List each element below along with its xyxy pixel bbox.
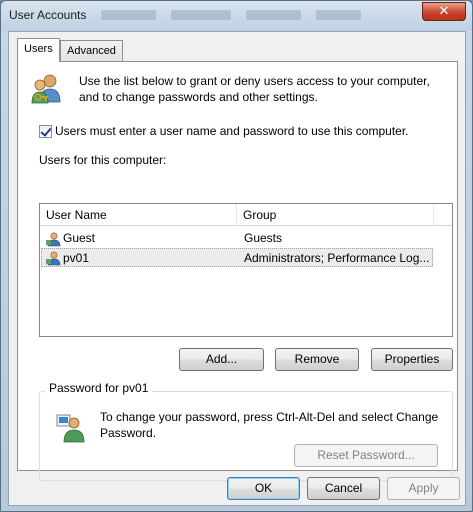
row-user-name: Guest: [63, 231, 96, 245]
password-text-line2: Password.: [100, 426, 157, 440]
intro-text-line2: and to change passwords and other settin…: [79, 90, 318, 104]
background-blur: [246, 10, 301, 20]
tab-users-label: Users: [24, 43, 53, 55]
row-user-name: pv01: [63, 251, 90, 265]
ok-button[interactable]: OK: [227, 477, 300, 500]
users-listview[interactable]: User Name Group Guest Guests pv01 Admini…: [39, 203, 453, 337]
column-header-user-name[interactable]: User Name: [40, 204, 237, 226]
tab-advanced-label: Advanced: [67, 45, 116, 57]
tab-users[interactable]: Users: [17, 38, 60, 62]
apply-button[interactable]: Apply: [387, 477, 460, 500]
dialog-client: Users Advanced Use the list below to gra…: [8, 31, 466, 506]
table-row-selected[interactable]: pv01 Administrators; Performance Log...: [41, 248, 433, 267]
intro-text-line1: Use the list below to grant or deny user…: [79, 74, 430, 88]
background-blur: [316, 10, 361, 20]
column-header-group[interactable]: Group: [237, 204, 434, 226]
users-tab-panel: Use the list below to grant or deny user…: [17, 61, 458, 481]
users-keys-icon: [31, 74, 61, 104]
user-icon: [46, 232, 61, 247]
cancel-button[interactable]: Cancel: [307, 477, 380, 500]
remove-user-button[interactable]: Remove: [275, 348, 359, 371]
window-title: User Accounts: [9, 8, 87, 22]
row-group: Guests: [244, 231, 283, 245]
reset-password-button[interactable]: Reset Password...: [294, 444, 438, 467]
tab-advanced[interactable]: Advanced: [60, 40, 123, 61]
title-bar[interactable]: User Accounts ✕: [1, 1, 472, 31]
add-user-button[interactable]: Add...: [179, 348, 264, 371]
table-row[interactable]: Guest Guests: [41, 229, 433, 248]
background-blur: [101, 10, 156, 20]
user-accounts-window: User Accounts ✕ Users Advanced Use the l…: [0, 0, 473, 512]
user-password-icon: [56, 414, 85, 443]
properties-button[interactable]: Properties: [371, 348, 453, 371]
require-login-checkbox[interactable]: [39, 125, 52, 138]
require-login-label[interactable]: Users must enter a user name and passwor…: [55, 124, 409, 138]
listview-header: User Name Group: [40, 204, 452, 226]
row-group: Administrators; Performance Log...: [244, 251, 430, 265]
user-icon: [46, 251, 61, 266]
close-icon: ✕: [438, 4, 450, 19]
users-list-label: Users for this computer:: [39, 153, 167, 167]
background-blur: [171, 10, 231, 20]
password-groupbox-title: Password for pv01: [45, 381, 153, 395]
close-button[interactable]: ✕: [422, 2, 466, 21]
password-text-line1: To change your password, press Ctrl-Alt-…: [100, 410, 439, 424]
